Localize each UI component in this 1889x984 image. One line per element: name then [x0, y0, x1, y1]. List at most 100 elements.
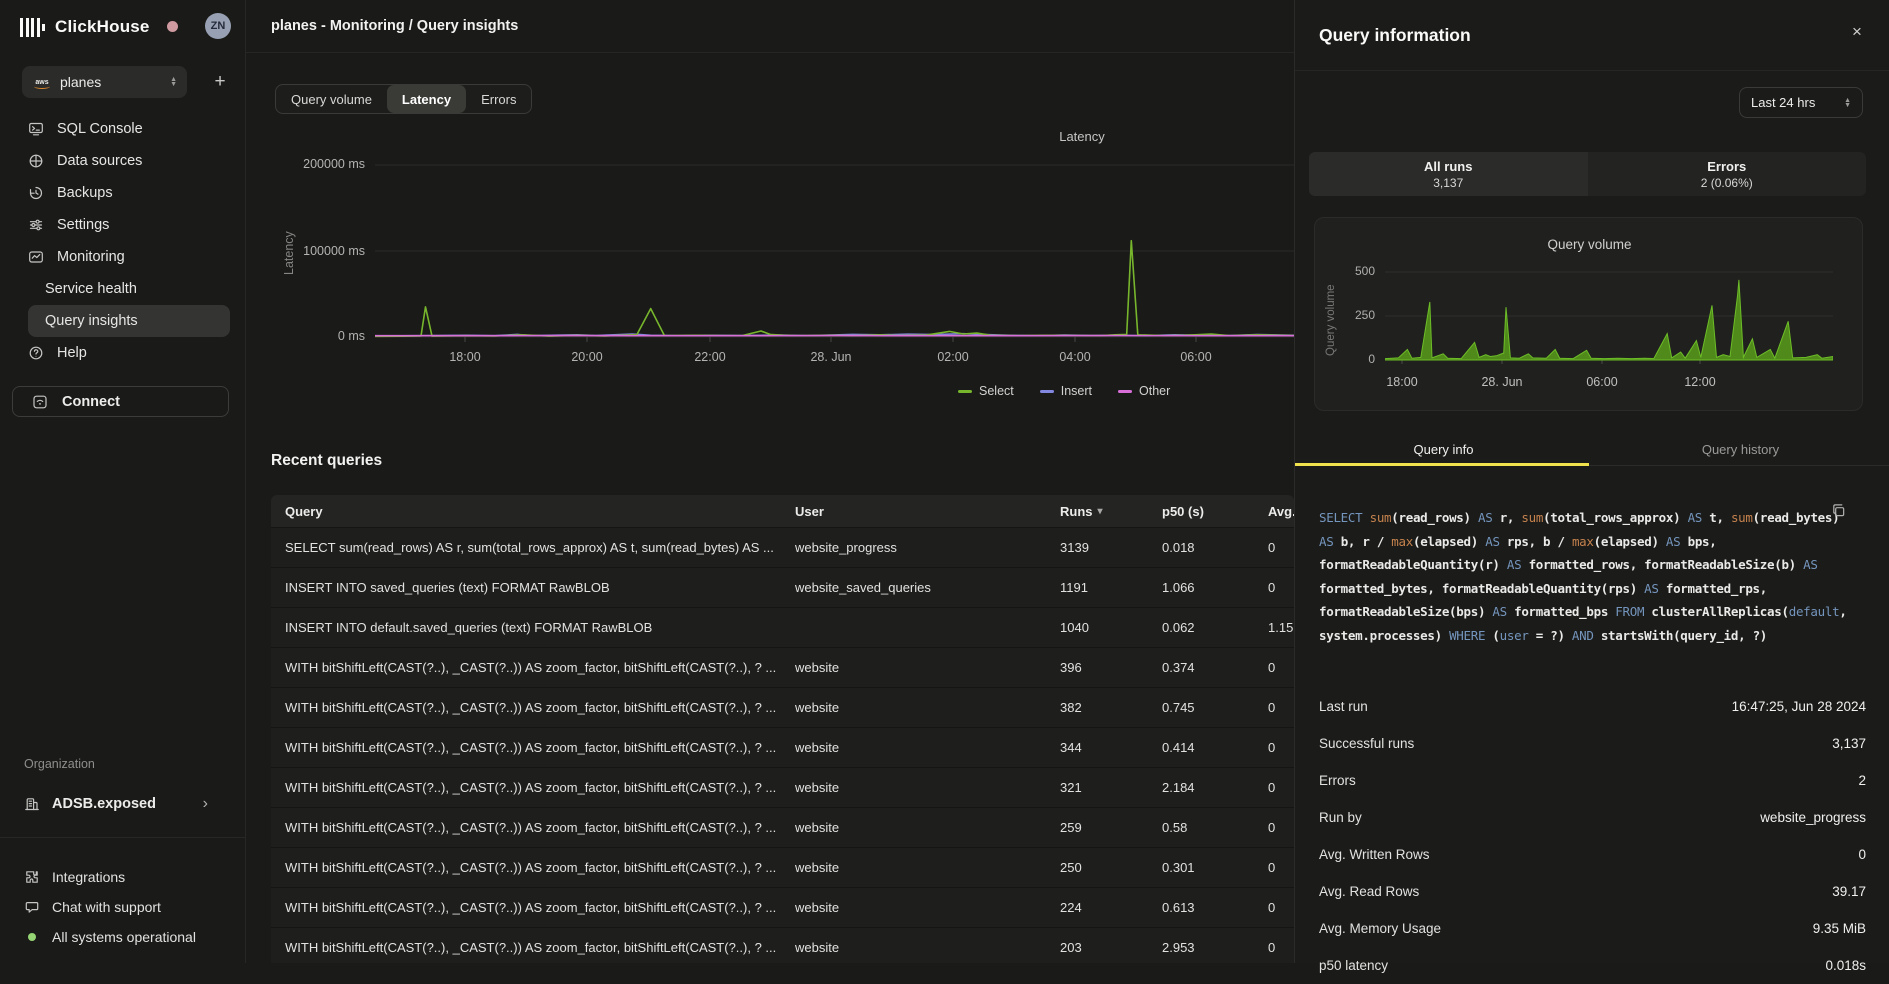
sidebar-item-monitoring[interactable]: Monitoring: [28, 241, 230, 273]
tab-errors[interactable]: Errors: [466, 85, 531, 113]
status-dot: [24, 929, 40, 945]
main-header: planes - Monitoring / Query insights: [246, 0, 1294, 53]
legend-label: Other: [1139, 384, 1170, 398]
query-volume-y-tick: 250: [1315, 308, 1375, 322]
aws-icon: aws: [32, 79, 52, 86]
runs-cell: 1040: [1060, 608, 1150, 647]
puzzle-icon: [24, 869, 40, 885]
sidebar-item-service-health[interactable]: Service health: [28, 273, 230, 305]
sidebar-item-sql-console[interactable]: SQL Console: [28, 113, 230, 145]
query-cell: WITH bitShiftLeft(CAST(?..), _CAST(?..))…: [285, 728, 785, 767]
column-header-query[interactable]: Query: [285, 495, 785, 527]
tab-query-info[interactable]: Query info: [1295, 437, 1592, 463]
runs-cell: 321: [1060, 768, 1150, 807]
brand-name: ClickHouse: [55, 17, 150, 37]
footer-item-all-systems-operational[interactable]: All systems operational: [0, 922, 246, 952]
stat-row-avg-read-rows: Avg. Read Rows39.17: [1319, 873, 1866, 910]
runs-cell: 224: [1060, 888, 1150, 927]
p50-cell: 0.062: [1162, 608, 1252, 647]
chevron-updown-icon: ▲▼: [1844, 98, 1851, 108]
tab-query-volume[interactable]: Query volume: [276, 85, 387, 113]
chat-icon: [24, 899, 40, 915]
user-cell: website: [795, 768, 1045, 807]
p50-cell: 0.613: [1162, 888, 1252, 927]
query-volume-title: Query volume: [1315, 237, 1864, 252]
table-row[interactable]: WITH bitShiftLeft(CAST(?..), _CAST(?..))…: [271, 927, 1294, 963]
avg-cell: 0: [1268, 768, 1294, 807]
query-cell: WITH bitShiftLeft(CAST(?..), _CAST(?..))…: [285, 648, 785, 687]
recent-queries-title: Recent queries: [271, 452, 382, 470]
sql-line: formatted_bytes, formatReadableQuantity(…: [1319, 577, 1864, 601]
time-range-select[interactable]: Last 24 hrs ▲▼: [1739, 87, 1863, 118]
organization-row[interactable]: ADSB.exposed ›: [0, 789, 246, 819]
column-header-runs[interactable]: Runs▾: [1060, 495, 1150, 527]
footer-item-label: All systems operational: [52, 929, 196, 945]
copy-icon[interactable]: [1831, 503, 1849, 521]
notification-dot: [167, 21, 178, 32]
query-cell: WITH bitShiftLeft(CAST(?..), _CAST(?..))…: [285, 768, 785, 807]
service-selector[interactable]: aws planes ▲▼: [22, 66, 187, 98]
user-cell: website_saved_queries: [795, 568, 1045, 607]
query-volume-card: Query volume Query volume 5002500 18:002…: [1314, 217, 1863, 411]
query-volume-x-tick: 28. Jun: [1467, 375, 1537, 389]
tab-latency[interactable]: Latency: [387, 85, 466, 113]
avatar[interactable]: ZN: [205, 13, 231, 39]
table-row[interactable]: WITH bitShiftLeft(CAST(?..), _CAST(?..))…: [271, 767, 1294, 807]
sidebar-item-backups[interactable]: Backups: [28, 177, 230, 209]
tab-query-history[interactable]: Query history: [1592, 437, 1889, 463]
column-header-p50-s[interactable]: p50 (s): [1162, 495, 1252, 527]
table-row[interactable]: WITH bitShiftLeft(CAST(?..), _CAST(?..))…: [271, 647, 1294, 687]
p50-cell: 0.018: [1162, 528, 1252, 567]
user-cell: website_progress: [795, 528, 1045, 567]
add-service-button[interactable]: +: [208, 68, 232, 96]
building-icon: [24, 796, 40, 812]
avg-cell: 0: [1268, 848, 1294, 887]
panel-title: Query information: [1319, 25, 1471, 46]
sidebar-item-help[interactable]: Help: [28, 337, 230, 369]
monitoring-icon: [28, 249, 44, 265]
p50-cell: 2.184: [1162, 768, 1252, 807]
footer-item-chat-with-support[interactable]: Chat with support: [0, 892, 246, 922]
sidebar-item-query-insights[interactable]: Query insights: [28, 305, 230, 337]
column-header-user[interactable]: User: [795, 495, 1045, 527]
segment-errors[interactable]: Errors2 (0.06%): [1588, 152, 1867, 196]
sidebar-item-label: SQL Console: [57, 121, 143, 137]
table-row[interactable]: WITH bitShiftLeft(CAST(?..), _CAST(?..))…: [271, 887, 1294, 927]
sidebar-item-data-sources[interactable]: Data sources: [28, 145, 230, 177]
sidebar-item-label: Query insights: [45, 313, 138, 329]
runs-cell: 250: [1060, 848, 1150, 887]
table-row[interactable]: WITH bitShiftLeft(CAST(?..), _CAST(?..))…: [271, 807, 1294, 847]
close-icon[interactable]: ×: [1845, 20, 1869, 44]
sidebar: ClickHouse ZN aws planes ▲▼ + SQL Consol…: [0, 0, 246, 963]
connect-label: Connect: [62, 394, 120, 410]
stat-label: Avg. Memory Usage: [1319, 921, 1441, 936]
runs-cell: 1191: [1060, 568, 1150, 607]
data-sources-icon: [28, 153, 44, 169]
table-row[interactable]: SELECT sum(read_rows) AS r, sum(total_ro…: [271, 527, 1294, 567]
table-row[interactable]: WITH bitShiftLeft(CAST(?..), _CAST(?..))…: [271, 727, 1294, 767]
sidebar-item-settings[interactable]: Settings: [28, 209, 230, 241]
table-row[interactable]: INSERT INTO default.saved_queries (text)…: [271, 607, 1294, 647]
status-dot: [28, 933, 36, 941]
p50-cell: 1.066: [1162, 568, 1252, 607]
stat-value: 0.018s: [1825, 958, 1866, 973]
column-header-avg[interactable]: Avg.: [1268, 495, 1294, 527]
runs-cell: 3139: [1060, 528, 1150, 567]
footer-item-integrations[interactable]: Integrations: [0, 862, 246, 892]
segment-label: All runs: [1424, 159, 1472, 174]
latency-chart-title: Latency: [1012, 129, 1152, 144]
segment-all-runs[interactable]: All runs3,137: [1309, 152, 1588, 196]
sql-query-text: SELECT sum(read_rows) AS r, sum(total_ro…: [1319, 506, 1864, 647]
avg-cell: 0: [1268, 928, 1294, 963]
latency-y-tick: 0 ms: [246, 329, 365, 343]
stat-value: 2: [1858, 773, 1866, 788]
p50-cell: 2.953: [1162, 928, 1252, 963]
table-row[interactable]: INSERT INTO saved_queries (text) FORMAT …: [271, 567, 1294, 607]
footer-item-label: Integrations: [52, 869, 125, 885]
stat-label: p50 latency: [1319, 958, 1388, 973]
table-row[interactable]: WITH bitShiftLeft(CAST(?..), _CAST(?..))…: [271, 687, 1294, 727]
connect-button[interactable]: Connect: [12, 386, 229, 417]
sidebar-footer: Integrations Chat with support All systems…: [0, 862, 246, 952]
table-row[interactable]: WITH bitShiftLeft(CAST(?..), _CAST(?..))…: [271, 847, 1294, 887]
stat-value: 3,137: [1832, 736, 1866, 751]
